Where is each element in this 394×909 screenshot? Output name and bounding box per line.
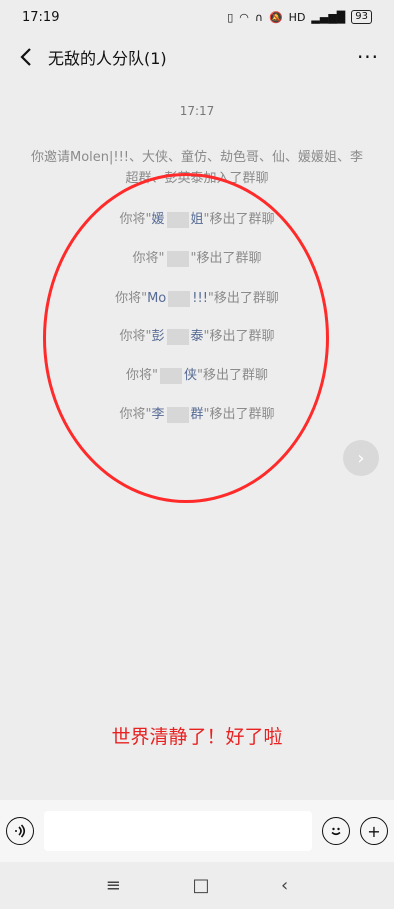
mute-icon: 🔕 — [268, 10, 283, 24]
status-icons: ▯ ◠ ∩ 🔕 HD ▂▄▆█ 93 — [227, 10, 372, 24]
headphone-icon: ∩ — [254, 10, 263, 24]
sim-icon: ▯ — [227, 10, 234, 24]
hotspot-icon: ◠ — [239, 10, 249, 24]
smile-icon — [331, 827, 341, 836]
message-timestamp: 17:17 — [179, 104, 215, 118]
back-nav-icon[interactable]: ‹ — [281, 875, 288, 896]
hd-icon: HD — [288, 10, 306, 24]
message-input[interactable] — [44, 811, 312, 851]
chat-title: 无敌的人分队(1) — [48, 49, 167, 68]
add-button[interactable]: + — [360, 817, 388, 845]
home-icon[interactable]: □ — [192, 875, 209, 896]
more-button[interactable]: ··· — [354, 43, 382, 71]
chevron-left-icon — [20, 48, 31, 66]
chevron-right-icon: › — [357, 447, 365, 469]
battery-indicator: 93 — [351, 10, 372, 24]
voice-button[interactable] — [6, 817, 34, 845]
scroll-down-button[interactable]: › — [343, 440, 379, 476]
status-bar: 17:19 ▯ ◠ ∩ 🔕 HD ▂▄▆█ 93 — [0, 0, 394, 34]
annotation-text: 世界清静了！好了啦 — [111, 726, 283, 748]
signal-icon: ▂▄▆█ — [311, 10, 346, 24]
plus-icon: + — [367, 821, 381, 841]
more-dots-icon: ··· — [356, 45, 380, 69]
voice-icon — [15, 824, 26, 838]
red-circle-annotation — [43, 173, 329, 503]
input-bar: + — [0, 800, 394, 862]
invite-prefix: 你邀请 — [30, 150, 70, 165]
status-time: 17:19 — [22, 9, 60, 25]
menu-icon[interactable]: ≡ — [106, 875, 121, 896]
chat-header: 无敌的人分队(1) ··· — [0, 34, 394, 80]
back-button[interactable] — [12, 43, 40, 71]
emoji-button[interactable] — [322, 817, 350, 845]
system-nav-bar: ≡ □ ‹ — [0, 862, 394, 909]
